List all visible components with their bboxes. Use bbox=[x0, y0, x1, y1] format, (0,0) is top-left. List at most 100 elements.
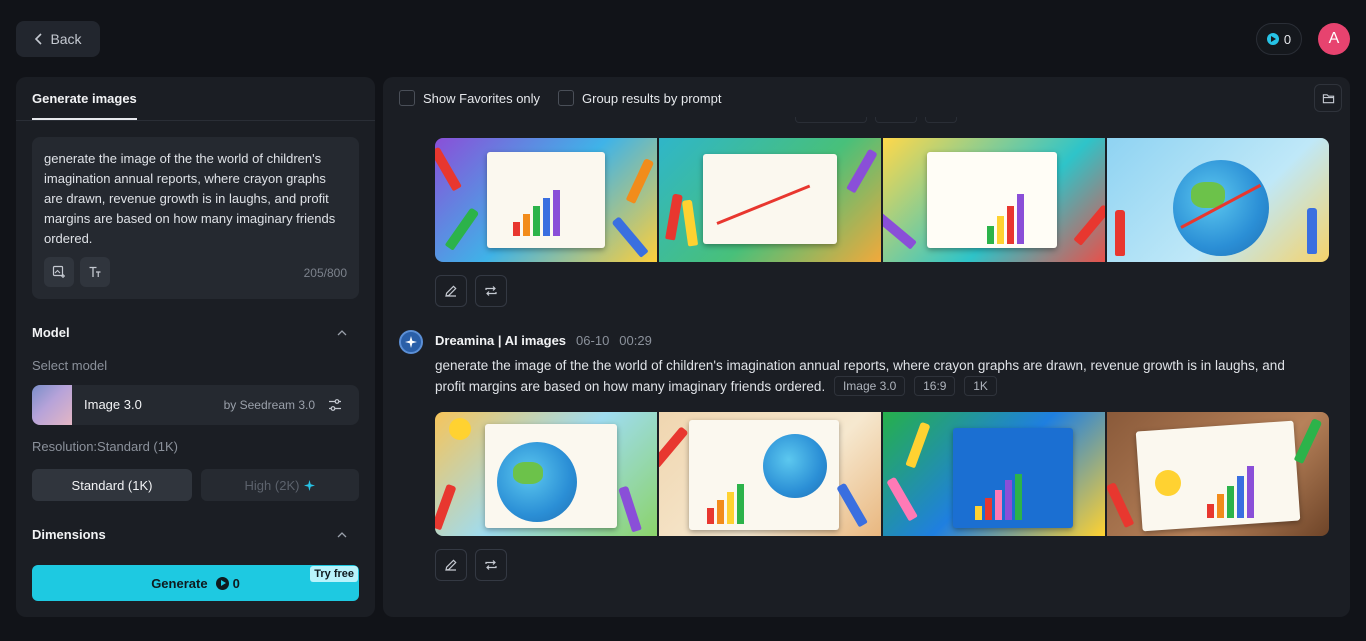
generation-source: Dreamina | AI images bbox=[435, 333, 567, 348]
report-paper bbox=[703, 154, 837, 244]
regenerate-button[interactable] bbox=[475, 549, 507, 581]
prompt-input[interactable]: generate the image of the the world of c… bbox=[44, 149, 344, 249]
crayon-shape bbox=[1073, 204, 1105, 246]
crayon-shape bbox=[836, 482, 868, 528]
results-panel: Show Favorites only Group results by pro… bbox=[383, 77, 1350, 617]
crayon-shape bbox=[681, 199, 699, 247]
text-style-button[interactable] bbox=[80, 257, 110, 287]
bar-graph-drawing bbox=[707, 472, 744, 524]
show-favorites-checkbox[interactable] bbox=[399, 90, 415, 106]
globe-land bbox=[513, 462, 543, 484]
resolution-standard-button[interactable]: Standard (1K) bbox=[32, 469, 192, 501]
result-image[interactable] bbox=[883, 412, 1105, 536]
avatar[interactable]: A bbox=[1318, 23, 1350, 55]
crayon-shape bbox=[665, 193, 683, 241]
crayon-shape bbox=[435, 483, 457, 531]
image-grid-previous bbox=[435, 138, 1329, 262]
result-image[interactable] bbox=[435, 138, 657, 262]
model-tag: Image 3.0 bbox=[833, 376, 906, 396]
tag-edge bbox=[925, 117, 957, 123]
dimensions-section-title: Dimensions bbox=[32, 527, 106, 542]
generate-label: Generate bbox=[151, 575, 208, 591]
char-count: 205/800 bbox=[303, 266, 347, 280]
generate-cost-value: 0 bbox=[232, 575, 240, 591]
crayon-shape bbox=[444, 207, 480, 251]
ratio-tag: 16:9 bbox=[914, 376, 956, 396]
result-image[interactable] bbox=[435, 412, 657, 536]
crayon-shape bbox=[846, 148, 878, 194]
resolution-high-label: High (2K) bbox=[244, 477, 300, 493]
back-button[interactable]: Back bbox=[16, 21, 100, 57]
chevron-up-icon[interactable] bbox=[337, 530, 347, 540]
pencil-icon bbox=[445, 285, 457, 297]
model-thumbnail bbox=[32, 385, 72, 425]
bar-graph-drawing bbox=[987, 186, 1024, 244]
regenerate-button[interactable] bbox=[475, 275, 507, 307]
tag-edge bbox=[875, 117, 917, 123]
crayon-shape bbox=[659, 426, 689, 468]
globe-drawing bbox=[1173, 160, 1269, 256]
result-image[interactable] bbox=[659, 138, 881, 262]
result-image[interactable] bbox=[1107, 412, 1329, 536]
try-free-badge: Try free bbox=[310, 566, 358, 582]
crayon-shape bbox=[1115, 210, 1125, 256]
credits-count: 0 bbox=[1283, 31, 1292, 47]
prompt-box[interactable]: generate the image of the the world of c… bbox=[32, 137, 359, 299]
result-image[interactable] bbox=[883, 138, 1105, 262]
chevron-left-icon bbox=[35, 33, 43, 45]
crayon-shape bbox=[883, 212, 917, 250]
result-image[interactable] bbox=[659, 412, 881, 536]
model-selector[interactable]: Image 3.0 by Seedream 3.0 bbox=[32, 385, 359, 425]
image-reference-button[interactable] bbox=[44, 257, 74, 287]
sparkle-icon bbox=[304, 479, 316, 491]
pencil-icon bbox=[445, 559, 457, 571]
text-size-icon bbox=[89, 266, 101, 277]
generate-button[interactable]: Generate 0 Try free bbox=[32, 565, 359, 601]
smiley-sun bbox=[1155, 470, 1181, 496]
model-provider: by Seedream 3.0 bbox=[223, 398, 315, 412]
edit-prompt-button[interactable] bbox=[435, 275, 467, 307]
folder-icon bbox=[1322, 93, 1334, 103]
edit-prompt-button[interactable] bbox=[435, 549, 467, 581]
dreamina-logo bbox=[399, 330, 423, 354]
bar-graph-drawing bbox=[513, 186, 560, 236]
sparkle-icon bbox=[405, 336, 417, 348]
generate-panel: Generate images generate the image of th… bbox=[16, 77, 375, 617]
group-by-prompt-checkbox[interactable] bbox=[558, 90, 574, 106]
generation-meta: Dreamina | AI images 06-10 00:29 bbox=[435, 333, 652, 348]
group-by-prompt-filter[interactable]: Group results by prompt bbox=[558, 90, 721, 106]
back-button-label: Back bbox=[50, 31, 82, 47]
chevron-up-icon[interactable] bbox=[337, 328, 347, 338]
tag-edge bbox=[795, 117, 867, 123]
folder-button[interactable] bbox=[1314, 84, 1342, 112]
image-add-icon bbox=[52, 265, 65, 278]
crayon-shape bbox=[886, 476, 918, 522]
show-favorites-label: Show Favorites only bbox=[423, 90, 541, 106]
play-coin-icon bbox=[1266, 33, 1279, 45]
bar-graph-drawing bbox=[975, 470, 1022, 520]
sliders-icon[interactable] bbox=[327, 397, 343, 413]
tab-generate-images[interactable]: Generate images bbox=[32, 77, 137, 120]
resolution-high-button[interactable]: High (2K) bbox=[201, 469, 359, 501]
resolution-label: Resolution:Standard (1K) bbox=[32, 439, 178, 454]
credits-badge[interactable]: 0 bbox=[1256, 23, 1302, 55]
generation-prompt[interactable]: generate the image of the the world of c… bbox=[435, 356, 1315, 397]
previous-tags-edge bbox=[795, 117, 957, 123]
resolution-standard-label: Standard (1K) bbox=[71, 477, 153, 493]
crayon-shape bbox=[1307, 208, 1317, 254]
crayon-shape bbox=[625, 158, 655, 204]
panel-divider bbox=[16, 120, 375, 121]
generation-time: 00:29 bbox=[619, 333, 652, 348]
model-name: Image 3.0 bbox=[84, 397, 142, 412]
select-model-label: Select model bbox=[32, 358, 108, 373]
crayon-shape bbox=[1107, 482, 1135, 528]
result-image[interactable] bbox=[1107, 138, 1329, 262]
crayon-shape bbox=[618, 485, 642, 533]
globe-drawing bbox=[763, 434, 827, 498]
smiley-sun bbox=[449, 418, 471, 440]
generate-cost: 0 bbox=[215, 575, 240, 591]
generation-date: 06-10 bbox=[576, 333, 610, 348]
crayon-shape bbox=[1293, 418, 1323, 464]
crayon-shape bbox=[435, 146, 462, 192]
show-favorites-filter[interactable]: Show Favorites only bbox=[399, 90, 540, 106]
